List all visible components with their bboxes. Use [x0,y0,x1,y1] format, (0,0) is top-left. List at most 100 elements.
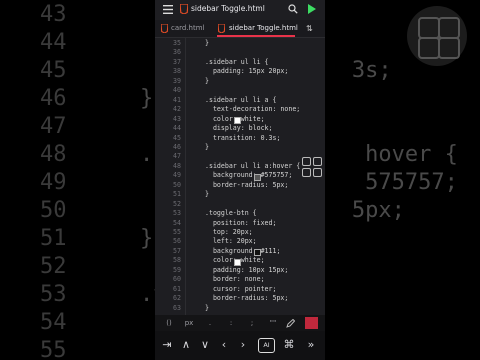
tab-card-html[interactable]: card.html [171,20,205,37]
code-line: 57 background: #111; [155,247,325,257]
code-text: padding: 15px 20px; [205,67,289,76]
command-icon[interactable]: ⌘ [280,335,298,355]
code-text: } [205,76,209,85]
line-number: 63 [173,303,181,312]
line-number: 36 [173,48,181,57]
line-number: 52 [173,199,181,208]
code-line: 38 padding: 15px 20px; [155,67,325,77]
code-line: 36 [155,48,325,58]
code-line: 59 padding: 10px 15px; [155,266,325,276]
code-line: 62 border-radius: 5px; [155,294,325,304]
color-swatch [233,258,241,266]
code-text: position: fixed; [205,218,277,227]
code-line: 52 [155,200,325,210]
code-text: background: #111; [205,246,281,255]
code-text: .toggle-btn { [205,209,257,218]
grid-icon[interactable] [301,156,323,178]
line-number: 46 [173,142,181,151]
grid-icon [407,6,467,66]
code-text: } [205,142,209,151]
code-line: 50 border-radius: 5px; [155,181,325,191]
code-line: 41 .sidebar ul li a { [155,96,325,106]
symbol-accessory-bar: () px . : ; "" [155,315,325,331]
key-dot[interactable]: . [201,315,219,331]
code-text: } [205,39,209,47]
line-number: 38 [173,67,181,76]
background-line-number: 49 [40,170,67,195]
code-text: .sidebar ul li { [205,57,269,66]
code-editor-app: sidebar Toggle.html card.html sidebar To… [155,0,325,360]
code-line: 55 top: 20px; [155,228,325,238]
right-icon[interactable]: › [234,335,252,355]
key-px[interactable]: px [180,315,198,331]
play-icon[interactable] [307,4,316,14]
tab-bar: card.html sidebar Toggle.html ⇅ [155,20,325,38]
line-number: 57 [173,246,181,255]
menu-icon[interactable] [163,5,173,14]
color-picker-button[interactable] [305,317,318,329]
line-number: 44 [173,124,181,133]
background-line-number: 51 [40,226,67,251]
code-line: 45 transition: 0.3s; [155,134,325,144]
code-text: border: none; [205,275,265,284]
code-text: } [205,190,209,199]
tab-icon[interactable]: ⇥ [158,335,176,355]
code-line: 43 color: white; [155,115,325,125]
background-code-text: } [140,226,154,251]
background-line-number: 52 [40,254,67,279]
pen-icon[interactable] [286,319,295,328]
background-line-number: 45 [40,58,67,83]
code-text: text-decoration: none; [205,105,301,114]
line-number: 42 [173,105,181,114]
line-number: 40 [173,86,181,95]
left-icon[interactable]: ‹ [215,335,233,355]
background-line-number: 43 [40,2,67,27]
code-line: 49 background: #575757; [155,171,325,181]
code-text: border-radius: 5px; [205,294,289,303]
code-line: 40 [155,86,325,96]
code-text: border-radius: 5px; [205,180,289,189]
code-text: left: 20px; [205,237,257,246]
line-number: 58 [173,256,181,265]
key-colon[interactable]: : [222,315,240,331]
html-file-icon [218,24,225,33]
line-number: 60 [173,275,181,284]
key-parens[interactable]: () [159,315,179,331]
background-line-number: 53 [40,282,67,307]
code-line: 46} [155,143,325,153]
sort-icon[interactable]: ⇅ [306,20,313,37]
search-icon[interactable] [288,4,298,14]
code-text: } [205,303,209,312]
key-quotes[interactable]: "" [264,315,282,331]
key-semicolon[interactable]: ; [243,315,261,331]
code-line: 42 text-decoration: none; [155,105,325,115]
code-text: transition: 0.3s; [205,133,281,142]
forward-icon[interactable]: » [302,335,320,355]
background-line-number: 44 [40,30,67,55]
code-text: .sidebar ul li a:hover { [205,161,301,170]
line-number: 45 [173,133,181,142]
line-number: 35 [173,39,181,47]
code-line: 44 display: block; [155,124,325,134]
background-line-number: 46 [40,86,67,111]
editor-title: sidebar Toggle.html [191,4,265,13]
ai-button[interactable]: AI [258,338,275,353]
line-number: 59 [173,265,181,274]
code-line: 61 cursor: pointer; [155,285,325,295]
line-number: 37 [173,57,181,66]
color-swatch [233,116,241,124]
code-text: background: #575757; [205,171,293,180]
line-number: 50 [173,180,181,189]
code-line: 56 left: 20px; [155,237,325,247]
down-icon[interactable]: ∨ [196,335,214,355]
line-number: 61 [173,284,181,293]
up-icon[interactable]: ∧ [177,335,195,355]
line-number: 53 [173,209,181,218]
code-line: 58 color: white; [155,256,325,266]
code-line: 48 .sidebar ul li a:hover { [155,162,325,172]
color-swatch [253,249,261,257]
code-line: 39} [155,77,325,87]
active-tab-indicator [217,35,295,37]
line-number: 41 [173,95,181,104]
code-area[interactable]: 35} 36 37 .sidebar ul li {38 padding: 15px … [155,38,325,315]
